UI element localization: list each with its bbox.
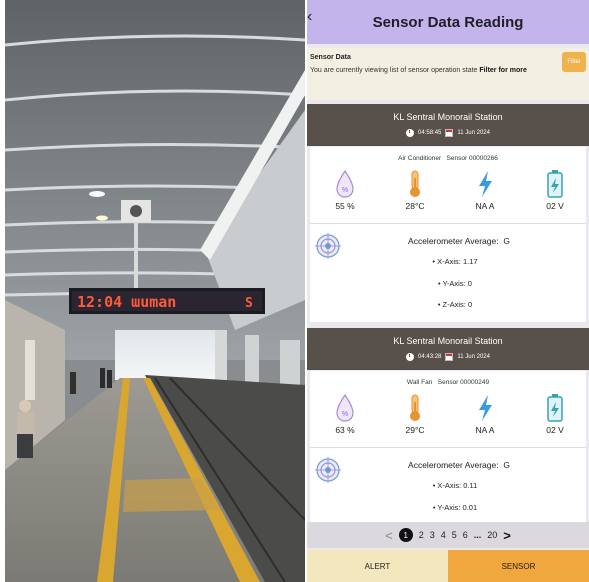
led-sign-suffix: S xyxy=(245,296,253,311)
filter-prompt: Filter for more xyxy=(479,67,527,74)
device-line: Wall Fan Sensor 00000249 xyxy=(310,379,586,386)
sensor-card[interactable]: Air Conditioner Sensor 00000266 % 55 % 2… xyxy=(310,147,586,322)
info-heading: Sensor Data xyxy=(310,54,351,61)
calendar-icon xyxy=(445,353,454,361)
next-page-button[interactable]: > xyxy=(503,528,511,543)
battery-icon xyxy=(547,394,563,422)
y-axis-value: • Y-Axis: 0.01 xyxy=(432,503,478,512)
pagination: < 1 2 3 4 5 6 ... 20 > xyxy=(307,522,589,548)
timestamp: 04:58:45 11 Jun 2024 xyxy=(307,129,589,137)
info-description-text: You are currently viewing list of sensor… xyxy=(310,67,478,74)
record-time: 04:43:28 xyxy=(418,354,442,360)
temperature-value: 29°C xyxy=(405,425,425,435)
app-header: ‹ Sensor Data Reading xyxy=(307,0,589,44)
temperature-value: 28°C xyxy=(405,201,425,211)
station-bar: KL Sentral Monorail Station 04:43:28 11 … xyxy=(307,328,589,370)
sensor-data-info: Sensor Data You are currently viewing li… xyxy=(307,48,589,100)
humidity-icon: % xyxy=(336,393,354,422)
calendar-icon xyxy=(445,129,454,137)
sensor-id: Sensor 00000249 xyxy=(437,379,490,386)
z-axis-value: • Z-Axis: 0 xyxy=(437,300,473,309)
accelerometer-label: Accelerometer Average: xyxy=(408,236,499,246)
device-line: Air Conditioner Sensor 00000266 xyxy=(310,155,586,162)
y-axis-value: • Y-Axis: 0 xyxy=(438,279,472,288)
accelerometer-unit: G xyxy=(503,460,510,470)
led-sign-text: 12:04 ɯuman xyxy=(77,293,176,311)
humidity-metric: % 55 % xyxy=(320,169,370,211)
divider xyxy=(310,223,586,224)
x-axis-value: • X-Axis: 0.11 xyxy=(432,481,478,490)
station-bar: KL Sentral Monorail Station 04:58:45 11 … xyxy=(307,104,589,146)
filter-button[interactable]: Filter xyxy=(562,52,586,72)
current-metric: NA A xyxy=(460,169,510,211)
thermometer-icon xyxy=(410,394,420,421)
humidity-value: 55 % xyxy=(335,201,355,211)
prev-page-button[interactable]: < xyxy=(385,528,393,543)
humidity-icon: % xyxy=(336,169,354,198)
current-value: NA A xyxy=(475,201,495,211)
accelerometer-label: Accelerometer Average: xyxy=(408,460,499,470)
info-description: You are currently viewing list of sensor… xyxy=(310,66,580,75)
record-date: 11 Jun 2024 xyxy=(457,130,490,136)
clock-icon xyxy=(406,353,415,361)
voltage-value: 02 V xyxy=(546,425,564,435)
voltage-metric: 02 V xyxy=(530,169,580,211)
page-current[interactable]: 1 xyxy=(398,528,413,542)
current-metric: NA A xyxy=(460,393,510,435)
sensor-card[interactable]: Wall Fan Sensor 00000249 % 63 % 29°C NA … xyxy=(310,371,586,522)
lightning-icon xyxy=(479,395,492,421)
sensor-app-screen: ‹ Sensor Data Reading Sensor Data You ar… xyxy=(307,0,589,582)
record-time: 04:58:45 xyxy=(418,130,442,136)
device-name: Wall Fan xyxy=(406,379,433,386)
page-link[interactable]: 6 xyxy=(463,530,468,540)
battery-icon xyxy=(547,170,563,198)
temperature-metric: 28°C xyxy=(390,169,440,211)
accelerometer-heading: Accelerometer Average: G xyxy=(310,460,586,470)
voltage-value: 02 V xyxy=(546,201,564,211)
temperature-metric: 29°C xyxy=(390,393,440,435)
humidity-metric: % 63 % xyxy=(320,393,370,435)
accelerometer-heading: Accelerometer Average: G xyxy=(310,236,586,246)
svg-text:%: % xyxy=(342,187,348,194)
x-axis-value: • X-Axis: 1.17 xyxy=(432,257,478,266)
tab-alert[interactable]: ALERT xyxy=(307,550,448,582)
station-name: KL Sentral Monorail Station xyxy=(393,336,503,346)
page-link[interactable]: 5 xyxy=(452,530,457,540)
accelerometer-unit: G xyxy=(503,236,510,246)
record-date: 11 Jun 2024 xyxy=(457,354,490,360)
platform-scene: 12:04 ɯuman S xyxy=(5,0,305,582)
station-photo: 12:04 ɯuman S xyxy=(5,0,305,582)
page-link-last[interactable]: 20 xyxy=(487,530,497,540)
page-title: Sensor Data Reading xyxy=(372,13,524,31)
page-ellipsis: ... xyxy=(473,530,482,540)
humidity-value: 63 % xyxy=(335,425,355,435)
current-value: NA A xyxy=(475,425,495,435)
clock-icon xyxy=(406,129,415,137)
page-link[interactable]: 3 xyxy=(430,530,435,540)
device-name: Air Conditioner xyxy=(398,155,442,162)
thermometer-icon xyxy=(410,170,420,197)
timestamp: 04:43:28 11 Jun 2024 xyxy=(307,353,589,361)
voltage-metric: 02 V xyxy=(530,393,580,435)
bottom-nav: ALERT SENSOR xyxy=(307,550,589,582)
tab-sensor[interactable]: SENSOR xyxy=(448,550,589,582)
lightning-icon xyxy=(479,171,492,197)
sensor-id: Sensor 00000266 xyxy=(446,155,498,162)
chevron-left-icon[interactable]: ‹ xyxy=(307,8,317,26)
svg-text:%: % xyxy=(342,411,348,418)
station-name: KL Sentral Monorail Station xyxy=(393,112,503,122)
page-link[interactable]: 4 xyxy=(441,530,446,540)
page-link[interactable]: 2 xyxy=(419,530,424,540)
divider xyxy=(310,447,586,448)
